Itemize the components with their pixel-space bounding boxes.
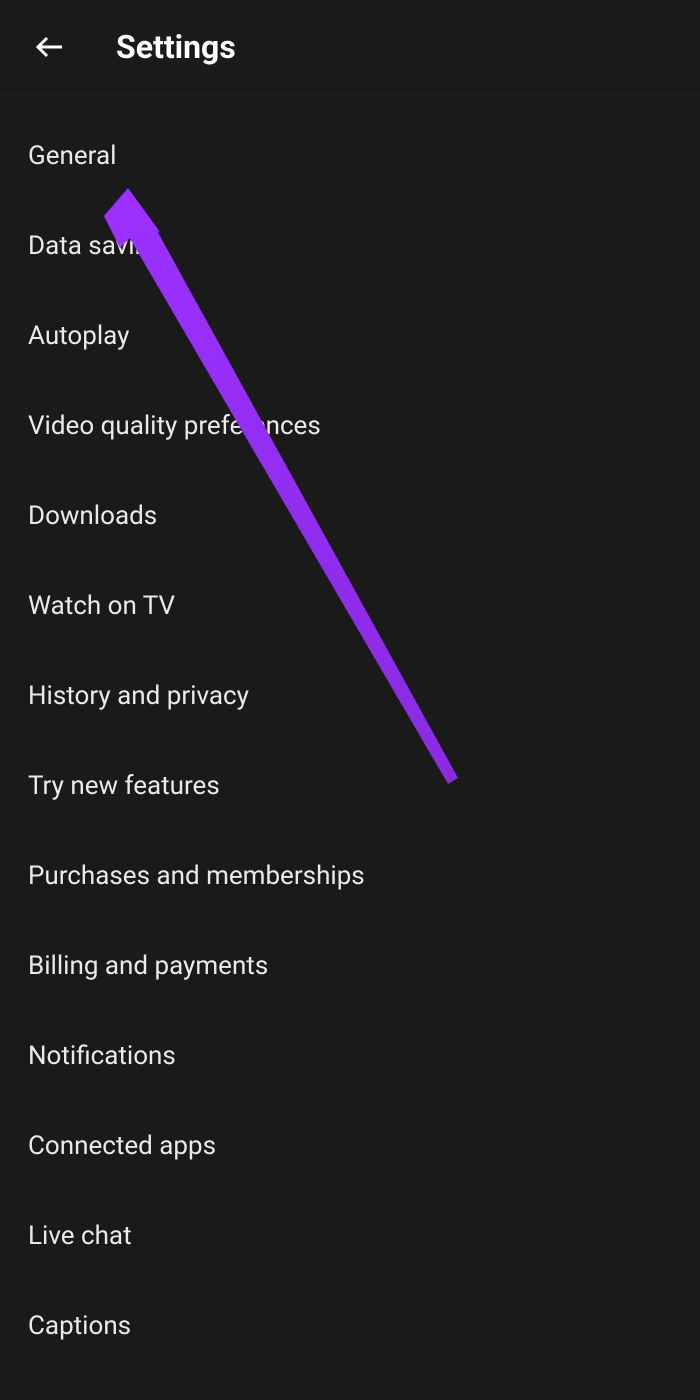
settings-item-watch-on-tv[interactable]: Watch on TV	[0, 561, 700, 651]
settings-item-downloads[interactable]: Downloads	[0, 471, 700, 561]
settings-item-try-new-features[interactable]: Try new features	[0, 741, 700, 831]
settings-item-captions[interactable]: Captions	[0, 1281, 700, 1371]
header: Settings	[0, 0, 700, 95]
back-arrow-icon[interactable]	[32, 29, 68, 65]
settings-item-autoplay[interactable]: Autoplay	[0, 291, 700, 381]
settings-item-live-chat[interactable]: Live chat	[0, 1191, 700, 1281]
settings-item-video-quality[interactable]: Video quality preferences	[0, 381, 700, 471]
settings-item-connected-apps[interactable]: Connected apps	[0, 1101, 700, 1191]
settings-item-purchases-memberships[interactable]: Purchases and memberships	[0, 831, 700, 921]
page-title: Settings	[116, 28, 236, 66]
settings-item-notifications[interactable]: Notifications	[0, 1011, 700, 1101]
settings-item-general[interactable]: General	[0, 111, 700, 201]
settings-item-history-privacy[interactable]: History and privacy	[0, 651, 700, 741]
settings-item-data-saving[interactable]: Data saving	[0, 201, 700, 291]
settings-list: General Data saving Autoplay Video quali…	[0, 95, 700, 1371]
settings-item-billing-payments[interactable]: Billing and payments	[0, 921, 700, 1011]
